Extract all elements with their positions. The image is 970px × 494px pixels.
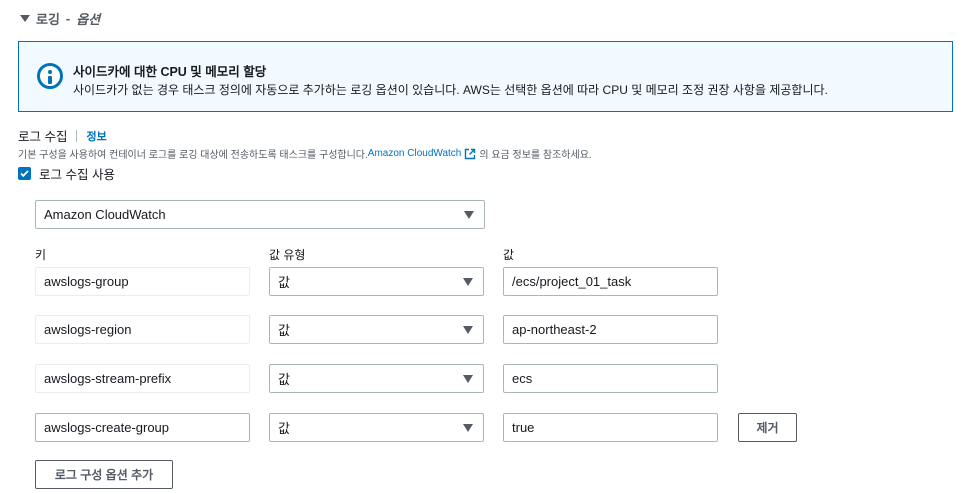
column-header-value: 값 <box>503 248 515 262</box>
info-link[interactable]: 정보 <box>86 128 106 144</box>
dropdown-arrow-icon <box>463 423 473 432</box>
info-alert-text: 사이드카가 없는 경우 태스크 정의에 자동으로 추가하는 로깅 옵션이 있습니… <box>73 83 828 97</box>
logging-section-header[interactable]: 로깅 - 옵션 <box>20 9 100 28</box>
enable-log-collection-label: 로그 수집 사용 <box>39 168 115 182</box>
log-collection-label: 로그 수집 정보 <box>18 126 107 145</box>
dropdown-arrow-icon <box>464 210 474 219</box>
section-title: 로깅 <box>36 12 60 27</box>
option-type-value: 값 <box>278 372 290 387</box>
column-header-value-type: 값 유형 <box>269 248 306 262</box>
description-suffix: 의 요금 정보를 참조하세요. <box>479 150 592 161</box>
enable-log-collection-checkbox[interactable] <box>18 167 31 180</box>
option-type-value: 값 <box>278 275 290 290</box>
log-destination-value: Amazon CloudWatch <box>44 207 166 222</box>
info-alert: 사이드카에 대한 CPU 및 메모리 할당 사이드카가 없는 경우 태스크 정의… <box>18 41 953 112</box>
caret-down-icon <box>20 15 30 22</box>
dropdown-arrow-icon <box>463 277 473 286</box>
cloudwatch-link[interactable]: Amazon CloudWatch <box>368 148 462 159</box>
dropdown-arrow-icon <box>463 374 473 383</box>
log-destination-select[interactable]: Amazon CloudWatch <box>35 200 485 229</box>
option-value-input[interactable]: ecs <box>503 364 718 393</box>
option-key-input[interactable]: awslogs-create-group <box>35 413 250 442</box>
option-type-select[interactable]: 값 <box>269 364 484 393</box>
section-subtitle: 옵션 <box>76 12 101 27</box>
option-type-select[interactable]: 값 <box>269 315 484 344</box>
enable-log-collection[interactable]: 로그 수집 사용 <box>18 164 115 183</box>
info-circle-icon <box>37 63 63 89</box>
add-log-option-button[interactable]: 로그 구성 옵션 추가 <box>35 460 173 489</box>
option-type-select[interactable]: 값 <box>269 267 484 296</box>
label-divider <box>76 129 78 142</box>
external-link-icon[interactable] <box>464 148 476 160</box>
option-value-input[interactable]: true <box>503 413 718 442</box>
option-type-value: 값 <box>278 323 290 338</box>
info-alert-title: 사이드카에 대한 CPU 및 메모리 할당 <box>73 65 267 79</box>
option-type-value: 값 <box>278 421 290 436</box>
option-value-input[interactable]: ap-northeast-2 <box>503 315 718 344</box>
log-collection-title: 로그 수집 <box>18 130 68 144</box>
option-type-select[interactable]: 값 <box>269 413 484 442</box>
option-key-input: awslogs-stream-prefix <box>35 364 250 393</box>
option-value-input[interactable]: /ecs/project_01_task <box>503 267 718 296</box>
column-header-key: 키 <box>35 248 47 262</box>
option-key-input: awslogs-group <box>35 267 250 296</box>
dropdown-arrow-icon <box>463 325 473 334</box>
remove-button[interactable]: 제거 <box>738 413 797 442</box>
log-collection-description: 기본 구성을 사용하여 컨테이너 로그를 로깅 대상에 전송하도록 태스크를 구… <box>18 146 592 161</box>
option-key-input: awslogs-region <box>35 315 250 344</box>
description-text: 기본 구성을 사용하여 컨테이너 로그를 로깅 대상에 전송하도록 태스크를 구… <box>18 150 368 161</box>
section-separator: - <box>65 11 71 26</box>
